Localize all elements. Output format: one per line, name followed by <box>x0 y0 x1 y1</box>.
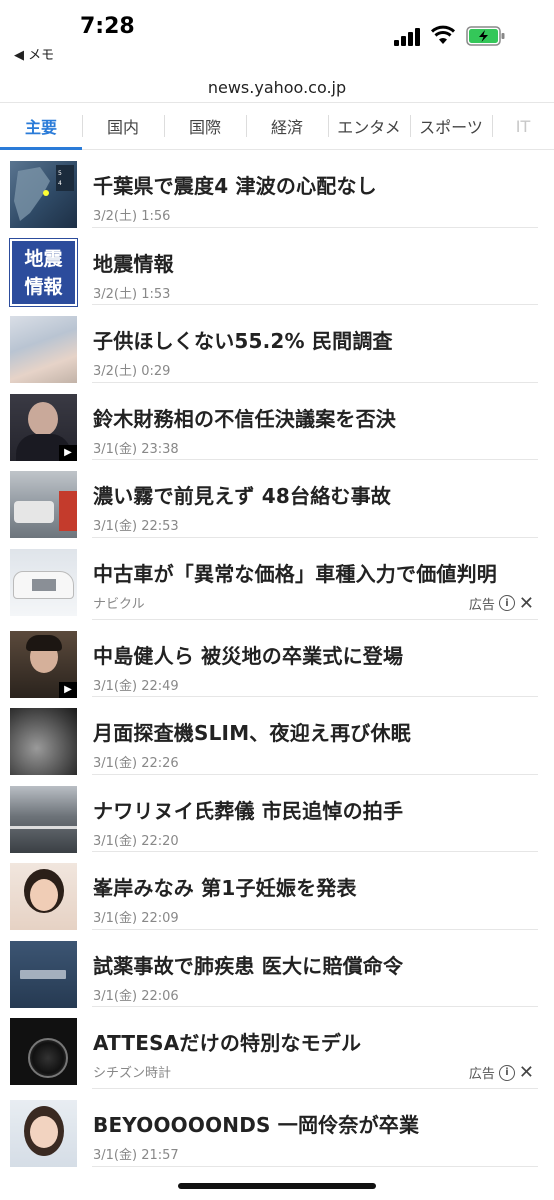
earthquake-info-thumbnail-label: 地震 情報 <box>24 247 63 298</box>
news-timestamp: 3/2(土) 1:56 <box>93 209 171 224</box>
crowd-photo-thumbnail <box>10 785 77 853</box>
news-timestamp: 3/1(金) 23:38 <box>93 441 179 457</box>
yahoo-news-logo-thumbnail <box>10 940 77 1008</box>
news-timestamp: 3/1(金) 21:57 <box>93 1148 179 1163</box>
play-icon: ▶ <box>59 681 77 698</box>
person-photo-thumbnail: ▶ <box>10 393 77 461</box>
svg-text:4: 4 <box>58 180 62 187</box>
news-item[interactable]: 地震 情報 地震情報 3/2(土) 1:53 <box>0 228 554 307</box>
news-item[interactable]: ▶ 中島健人ら 被災地の卒業式に登場 3/1(金) 22:49 <box>0 620 554 698</box>
news-item[interactable]: 子供ほしくない55.2% 民間調査 3/2(土) 0:29 <box>0 305 554 383</box>
yahoo-news-logo <box>20 969 66 979</box>
svg-text:5: 5 <box>58 170 62 177</box>
news-item[interactable]: 峯岸みなみ 第1子妊娠を発表 3/1(金) 22:09 <box>0 852 554 930</box>
news-item[interactable]: ▶ 鈴木財務相の不信任決議案を否決 3/1(金) 23:38 <box>0 383 554 461</box>
close-icon[interactable]: ✕ <box>519 593 534 614</box>
ad-title: 中古車が「異常な価格」車種入力で価値判明 <box>93 561 497 586</box>
wifi-icon <box>430 25 456 44</box>
ad-label: 広告 i ✕ <box>469 593 534 614</box>
news-title: ナワリヌイ氏葬儀 市民追悼の拍手 <box>93 798 404 823</box>
earthquake-info-thumbnail: 地震 情報 <box>9 237 78 307</box>
tab-international[interactable]: 国際 <box>164 103 246 149</box>
news-timestamp: 3/1(金) 22:26 <box>93 756 179 771</box>
ad-item[interactable]: 中古車が「異常な価格」車種入力で価値判明 ナビクル 広告 i ✕ <box>0 538 554 620</box>
ad-label-text: 広告 <box>468 1067 495 1082</box>
back-to-app-link[interactable]: ◀ メモ <box>14 44 54 63</box>
tab-entertainment[interactable]: エンタメ <box>328 103 410 149</box>
news-title: 峯岸みなみ 第1子妊娠を発表 <box>93 876 357 900</box>
news-title: 濃い霧で前見えず 48台絡む事故 <box>93 484 391 508</box>
home-indicator[interactable] <box>178 1183 376 1189</box>
news-item[interactable]: 試薬事故で肺疾患 医大に賠償命令 3/1(金) 22:06 <box>0 930 554 1008</box>
ad-label-text: 広告 <box>468 597 495 613</box>
info-icon[interactable]: i <box>498 595 515 611</box>
tab-sports[interactable]: スポーツ <box>410 103 492 149</box>
news-item[interactable]: BEYOOOOONDS 一岡伶奈が卒業 3/1(金) 21:57 <box>0 1089 554 1167</box>
person-photo-thumbnail: ▶ <box>10 630 77 698</box>
news-item[interactable]: 濃い霧で前見えず 48台絡む事故 3/1(金) 22:53 <box>0 460 554 538</box>
tab-it[interactable]: IT <box>492 103 554 149</box>
news-timestamp: 3/2(土) 1:53 <box>93 286 171 302</box>
news-item[interactable]: 5 4 千葉県で震度4 津波の心配なし 3/2(土) 1:56 <box>0 150 554 228</box>
news-title: 試薬事故で肺疾患 医大に賠償命令 <box>93 953 404 978</box>
news-title: 千葉県で震度4 津波の心配なし <box>93 174 377 198</box>
news-title: 鈴木財務相の不信任決議案を否決 <box>93 406 396 431</box>
news-timestamp: 3/2(土) 0:29 <box>93 364 171 379</box>
cellular-signal-icon <box>394 28 422 46</box>
news-item[interactable]: ナワリヌイ氏葬儀 市民追悼の拍手 3/1(金) 22:20 <box>0 775 554 853</box>
news-title: 中島健人ら 被災地の卒業式に登場 <box>93 643 404 668</box>
accident-photo-thumbnail <box>10 471 77 538</box>
news-list: 5 4 千葉県で震度4 津波の心配なし 3/2(土) 1:56 地震 情報 地震… <box>0 150 554 1167</box>
person-photo-thumbnail <box>10 863 77 930</box>
info-icon[interactable]: i <box>498 1064 515 1081</box>
news-timestamp: 3/1(金) 22:49 <box>93 678 179 694</box>
tab-domestic[interactable]: 国内 <box>82 103 164 149</box>
baby-photo-thumbnail <box>10 316 77 383</box>
map-thumbnail: 5 4 <box>10 161 77 228</box>
news-timestamp: 3/1(金) 22:06 <box>93 988 179 1004</box>
car-ad-thumbnail <box>10 548 77 616</box>
lunar-surface-thumbnail <box>10 708 77 775</box>
ad-sponsor: ナビクル <box>93 596 145 612</box>
news-title: 地震情報 <box>93 251 174 276</box>
category-tabs: 主要 国内 国際 経済 エンタメ スポーツ IT <box>0 102 554 150</box>
status-bar: 7:28 ◀ メモ <box>0 0 554 70</box>
ad-item[interactable]: ATTESAだけの特別なモデル シチズン時計 広告 i ✕ <box>0 1007 554 1089</box>
clock: 7:28 <box>80 14 135 39</box>
news-title: 月面探査機SLIM、夜迎え再び休眠 <box>93 721 411 745</box>
watch-ad-thumbnail <box>10 1018 77 1085</box>
ad-sponsor: シチズン時計 <box>93 1066 172 1081</box>
battery-charging-icon <box>466 26 505 46</box>
ad-label: 広告 i ✕ <box>469 1062 534 1083</box>
person-photo-thumbnail <box>10 1100 77 1167</box>
news-timestamp: 3/1(金) 22:20 <box>93 833 179 849</box>
news-timestamp: 3/1(金) 22:53 <box>93 519 179 534</box>
tab-economy[interactable]: 経済 <box>246 103 328 149</box>
news-timestamp: 3/1(金) 22:09 <box>93 911 179 926</box>
play-icon: ▶ <box>59 444 77 461</box>
tab-main[interactable]: 主要 <box>0 103 82 150</box>
news-title: BEYOOOOONDS 一岡伶奈が卒業 <box>93 1113 420 1137</box>
close-icon[interactable]: ✕ <box>519 1062 534 1083</box>
news-title: 子供ほしくない55.2% 民間調査 <box>93 329 393 353</box>
ad-title: ATTESAだけの特別なモデル <box>93 1031 362 1055</box>
url-bar[interactable]: news.yahoo.co.jp <box>0 78 554 97</box>
news-item[interactable]: 月面探査機SLIM、夜迎え再び休眠 3/1(金) 22:26 <box>0 697 554 775</box>
